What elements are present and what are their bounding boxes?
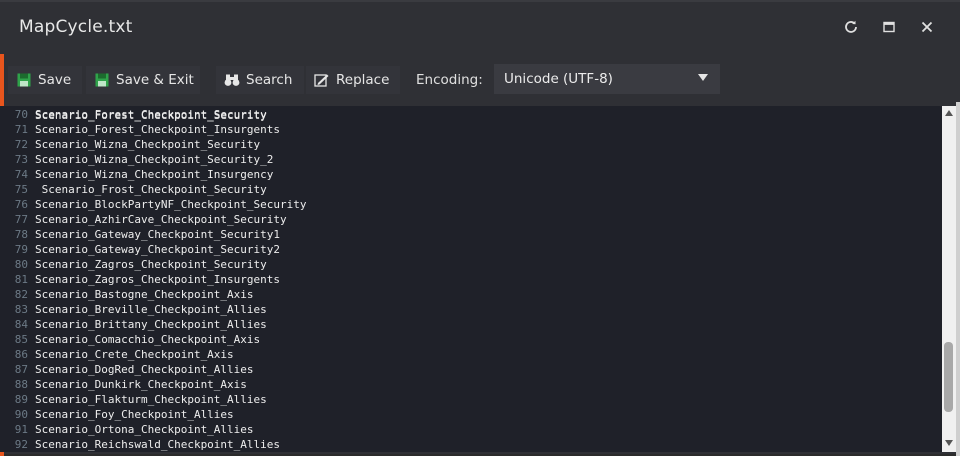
save-label: Save: [38, 72, 72, 88]
line-number: 73: [14, 153, 28, 166]
line-text: Scenario_DogRed_Checkpoint_Allies: [35, 363, 254, 376]
line-text: Scenario_Frost_Checkpoint_Security: [35, 183, 267, 196]
line-number: 72: [14, 138, 28, 151]
search-button[interactable]: Search: [216, 66, 304, 94]
line-number: 88: [14, 378, 28, 391]
line-text: Scenario_Bastogne_Checkpoint_Axis: [35, 288, 254, 301]
line-text: Scenario_Wizna_Checkpoint_Security_2: [35, 153, 274, 166]
line-number: 92: [14, 438, 28, 451]
refresh-icon: [845, 20, 857, 33]
line-number: 78: [14, 228, 28, 241]
line-text: Scenario_Dunkirk_Checkpoint_Axis: [35, 378, 247, 391]
window-title: MapCycle.txt: [19, 17, 133, 37]
replace-label: Replace: [336, 72, 390, 88]
line-number: 75: [14, 183, 28, 196]
line-number: 89: [14, 393, 28, 406]
text-editor[interactable]: Scenario_Forest_Checkpoint_Security 70 Sc…: [0, 106, 942, 452]
line-number: 77: [14, 213, 28, 226]
line-number: 83: [14, 303, 28, 316]
line-number: 76: [14, 198, 28, 211]
line-text: Scenario_Ortona_Checkpoint_Allies: [35, 423, 254, 436]
line-text: Scenario_AzhirCave_Checkpoint_Security: [35, 213, 287, 226]
line-text: Scenario_Foy_Checkpoint_Allies: [35, 408, 234, 421]
line-number: 70: [14, 108, 28, 121]
scrollbar-thumb[interactable]: [944, 342, 953, 412]
line-number: 85: [14, 333, 28, 346]
line-text: Scenario_Zagros_Checkpoint_Security: [35, 258, 267, 271]
line-number: 84: [14, 318, 28, 331]
line-text: Scenario_Breville_Checkpoint_Allies: [35, 303, 267, 316]
line-number: 91: [14, 423, 28, 436]
line-text: Scenario_Crete_Checkpoint_Axis: [35, 348, 234, 361]
encoding-select[interactable]: Unicode (UTF-8): [494, 64, 720, 94]
line-text: Scenario_BlockPartyNF_Checkpoint_Securit…: [35, 198, 307, 211]
line-text: Scenario_Wizna_Checkpoint_Security: [35, 138, 261, 151]
maximize-icon: [883, 21, 895, 33]
line-number: 82: [14, 288, 28, 301]
refresh-button[interactable]: [840, 16, 862, 38]
vertical-scrollbar[interactable]: [942, 106, 956, 452]
encoding-label: Encoding:: [416, 72, 483, 88]
binoculars-icon: [224, 72, 240, 88]
line-text: Scenario_Forest_Checkpoint_Security: [35, 108, 267, 121]
maximize-button[interactable]: [878, 16, 900, 38]
line-text: Scenario_Wizna_Checkpoint_Insurgency: [35, 168, 274, 181]
toolbar: Save Save & Exit Search Replace Encoding…: [0, 60, 960, 100]
line-text: Scenario_Zagros_Checkpoint_Insurgents: [35, 273, 281, 286]
title-bar: MapCycle.txt: [0, 2, 960, 54]
background-window-edge: [956, 102, 960, 456]
line-text: Scenario_Gateway_Checkpoint_Security2: [35, 243, 281, 256]
line-text: Scenario_Comacchio_Checkpoint_Axis: [35, 333, 261, 346]
line-text: Scenario_Gateway_Checkpoint_Security1: [35, 228, 281, 241]
close-button[interactable]: [916, 16, 938, 38]
encoding-value: Unicode (UTF-8): [504, 71, 613, 87]
save-icon: [16, 72, 32, 88]
save-button[interactable]: Save: [8, 66, 82, 94]
close-icon: [921, 21, 933, 33]
save-icon: [94, 72, 110, 88]
line-text: Scenario_Forest_Checkpoint_Insurgents: [35, 123, 281, 136]
line-text: Scenario_Flakturm_Checkpoint_Allies: [35, 393, 267, 406]
editor-window: MapCycle.txt Save Save & Exit Search Rep…: [0, 0, 960, 456]
line-number: 81: [14, 273, 28, 286]
line-number: 80: [14, 258, 28, 271]
scroll-up-icon[interactable]: [945, 110, 953, 116]
search-label: Search: [246, 72, 293, 88]
line-number: 79: [14, 243, 28, 256]
save-exit-button[interactable]: Save & Exit: [86, 66, 200, 94]
line-number: 87: [14, 363, 28, 376]
line-number: 86: [14, 348, 28, 361]
line-number: 90: [14, 408, 28, 421]
chevron-down-icon: [698, 74, 708, 81]
line-number: 71: [14, 123, 28, 136]
line-text: Scenario_Reichswald_Checkpoint_Allies: [35, 438, 281, 451]
scroll-down-icon[interactable]: [945, 440, 953, 446]
replace-button[interactable]: Replace: [306, 66, 400, 94]
replace-icon: [314, 72, 330, 88]
line-text: Scenario_Brittany_Checkpoint_Allies: [35, 318, 267, 331]
save-exit-label: Save & Exit: [116, 72, 194, 88]
line-number: 74: [14, 168, 28, 181]
